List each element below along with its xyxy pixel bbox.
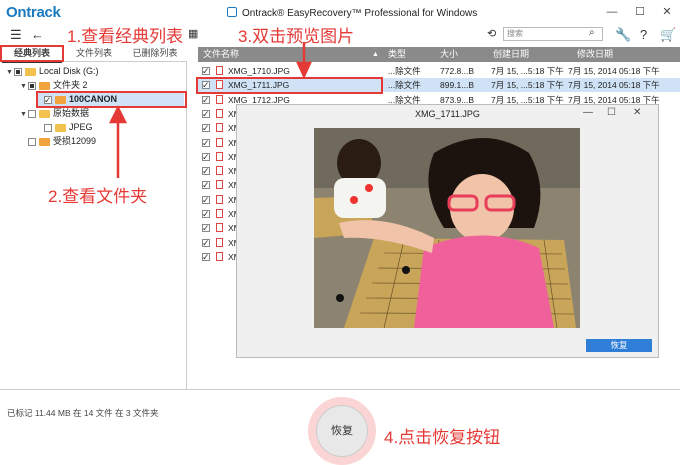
annotation-arrows — [108, 42, 312, 178]
arrowhead-step2 — [108, 105, 128, 124]
arrowhead-step3 — [296, 61, 312, 79]
